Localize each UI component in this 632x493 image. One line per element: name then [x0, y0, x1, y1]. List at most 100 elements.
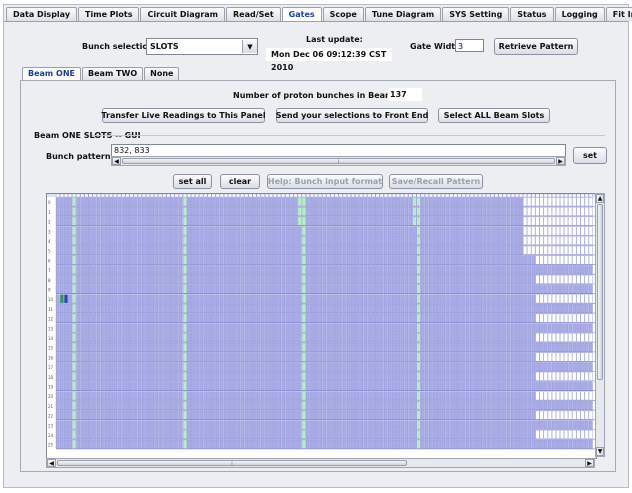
bunch-slot[interactable] [551, 381, 556, 391]
bunch-slot[interactable] [515, 333, 519, 342]
bunch-slot[interactable] [264, 391, 269, 401]
bunch-slot[interactable] [408, 420, 413, 430]
bunch-slot[interactable] [285, 274, 290, 284]
bunch-slot[interactable] [100, 265, 105, 275]
bunch-slot[interactable] [121, 371, 126, 381]
bunch-slot[interactable] [584, 439, 589, 449]
bunch-slot[interactable] [195, 236, 200, 245]
bunch-slot[interactable] [248, 226, 253, 236]
bunch-slot[interactable] [478, 274, 482, 284]
bunch-slot[interactable] [506, 197, 511, 207]
bunch-slot[interactable] [351, 333, 355, 342]
bunch-slot[interactable] [519, 197, 523, 207]
bunch-slot[interactable] [486, 207, 491, 216]
bunch-slot[interactable] [289, 313, 294, 323]
bunch-slot[interactable] [64, 284, 68, 294]
bunch-slot[interactable] [68, 304, 72, 313]
bunch-slot[interactable] [486, 371, 491, 381]
bunch-slot[interactable] [461, 255, 466, 265]
bunch-slot[interactable] [494, 342, 499, 352]
bunch-slot[interactable] [166, 284, 171, 294]
bunch-slot[interactable] [469, 430, 474, 439]
bunch-slot[interactable] [113, 274, 118, 284]
bunch-slot[interactable] [338, 362, 343, 372]
bunch-slot[interactable] [178, 371, 183, 381]
bunch-slot[interactable] [551, 342, 556, 352]
bunch-slot[interactable] [187, 236, 191, 245]
bunch-slot-gap[interactable] [416, 439, 421, 449]
bunch-slot[interactable] [322, 371, 327, 381]
bunch-slot[interactable] [502, 410, 507, 420]
bunch-slot[interactable] [404, 362, 409, 372]
bunch-slot[interactable] [215, 410, 220, 420]
bunch-slot[interactable] [383, 371, 388, 381]
bunch-slot[interactable] [465, 371, 470, 381]
bunch-slot[interactable] [269, 391, 273, 401]
bunch-slot[interactable] [113, 362, 118, 372]
bunch-slot[interactable] [76, 439, 81, 449]
bunch-slot[interactable] [474, 284, 478, 294]
bunch-slot[interactable] [285, 304, 290, 313]
bunch-slot[interactable] [125, 362, 130, 372]
bunch-slot[interactable] [363, 197, 368, 207]
bunch-slot[interactable] [195, 197, 200, 207]
bunch-slot-gap[interactable] [182, 207, 187, 216]
bunch-slot[interactable] [137, 236, 142, 245]
bunch-slot[interactable] [232, 430, 236, 439]
bunch-slot[interactable] [482, 410, 487, 420]
bunch-slot[interactable] [412, 226, 417, 236]
bunch-slot[interactable] [141, 439, 146, 449]
bunch-slot[interactable] [240, 430, 245, 439]
bunch-slot[interactable] [449, 304, 454, 313]
bunch-slot[interactable] [404, 255, 409, 265]
bunch-slot[interactable] [510, 352, 515, 362]
bunch-slot[interactable] [338, 430, 343, 439]
bunch-slot[interactable] [314, 284, 318, 294]
bunch-slot[interactable] [264, 255, 269, 265]
bunch-slot[interactable] [281, 362, 286, 372]
bunch-slot[interactable] [191, 333, 195, 342]
bunch-slot[interactable] [527, 362, 532, 372]
bunch-slot[interactable] [359, 371, 364, 381]
bunch-slot[interactable] [244, 430, 249, 439]
bunch-slot[interactable] [252, 236, 257, 245]
bunch-slot[interactable] [59, 439, 64, 449]
bunch-slot-empty[interactable] [580, 216, 585, 226]
bunch-slot[interactable] [498, 255, 503, 265]
bunch-slot[interactable] [76, 294, 81, 304]
bunch-slot[interactable] [248, 236, 253, 245]
bunch-slot[interactable] [334, 430, 339, 439]
bunch-slot[interactable] [502, 245, 507, 255]
bunch-slot[interactable] [478, 304, 482, 313]
bunch-slot-empty[interactable] [543, 313, 548, 323]
bunch-slot[interactable] [207, 410, 212, 420]
bunch-slot[interactable] [453, 401, 458, 410]
bunch-slot[interactable] [248, 284, 253, 294]
bunch-slot-empty[interactable] [588, 371, 593, 381]
bunch-slot[interactable] [100, 371, 105, 381]
bunch-slot[interactable] [338, 371, 343, 381]
bunch-slot[interactable] [334, 304, 339, 313]
bunch-slot[interactable] [502, 216, 507, 226]
bunch-slot[interactable] [322, 207, 327, 216]
bunch-slot[interactable] [297, 265, 302, 275]
bunch-slot-empty[interactable] [576, 352, 581, 362]
bunch-slot[interactable] [527, 439, 532, 449]
bunch-slot[interactable] [269, 207, 273, 216]
bunch-slot[interactable] [195, 255, 200, 265]
bunch-slot[interactable] [305, 439, 310, 449]
bunch-slot[interactable] [281, 245, 286, 255]
bunch-slot[interactable] [338, 216, 343, 226]
bunch-slot[interactable] [125, 245, 130, 255]
bunch-slot[interactable] [191, 216, 195, 226]
bunch-slot[interactable] [359, 284, 364, 294]
bunch-slot[interactable] [560, 362, 564, 372]
bunch-slot[interactable] [264, 294, 269, 304]
bunch-slot[interactable] [441, 255, 446, 265]
bunch-slot[interactable] [223, 207, 228, 216]
bunch-slot[interactable] [465, 391, 470, 401]
bunch-slot-empty[interactable] [551, 430, 556, 439]
bunch-slot[interactable] [125, 265, 130, 275]
bunch-slot[interactable] [248, 439, 253, 449]
bunch-slot[interactable] [55, 391, 60, 401]
